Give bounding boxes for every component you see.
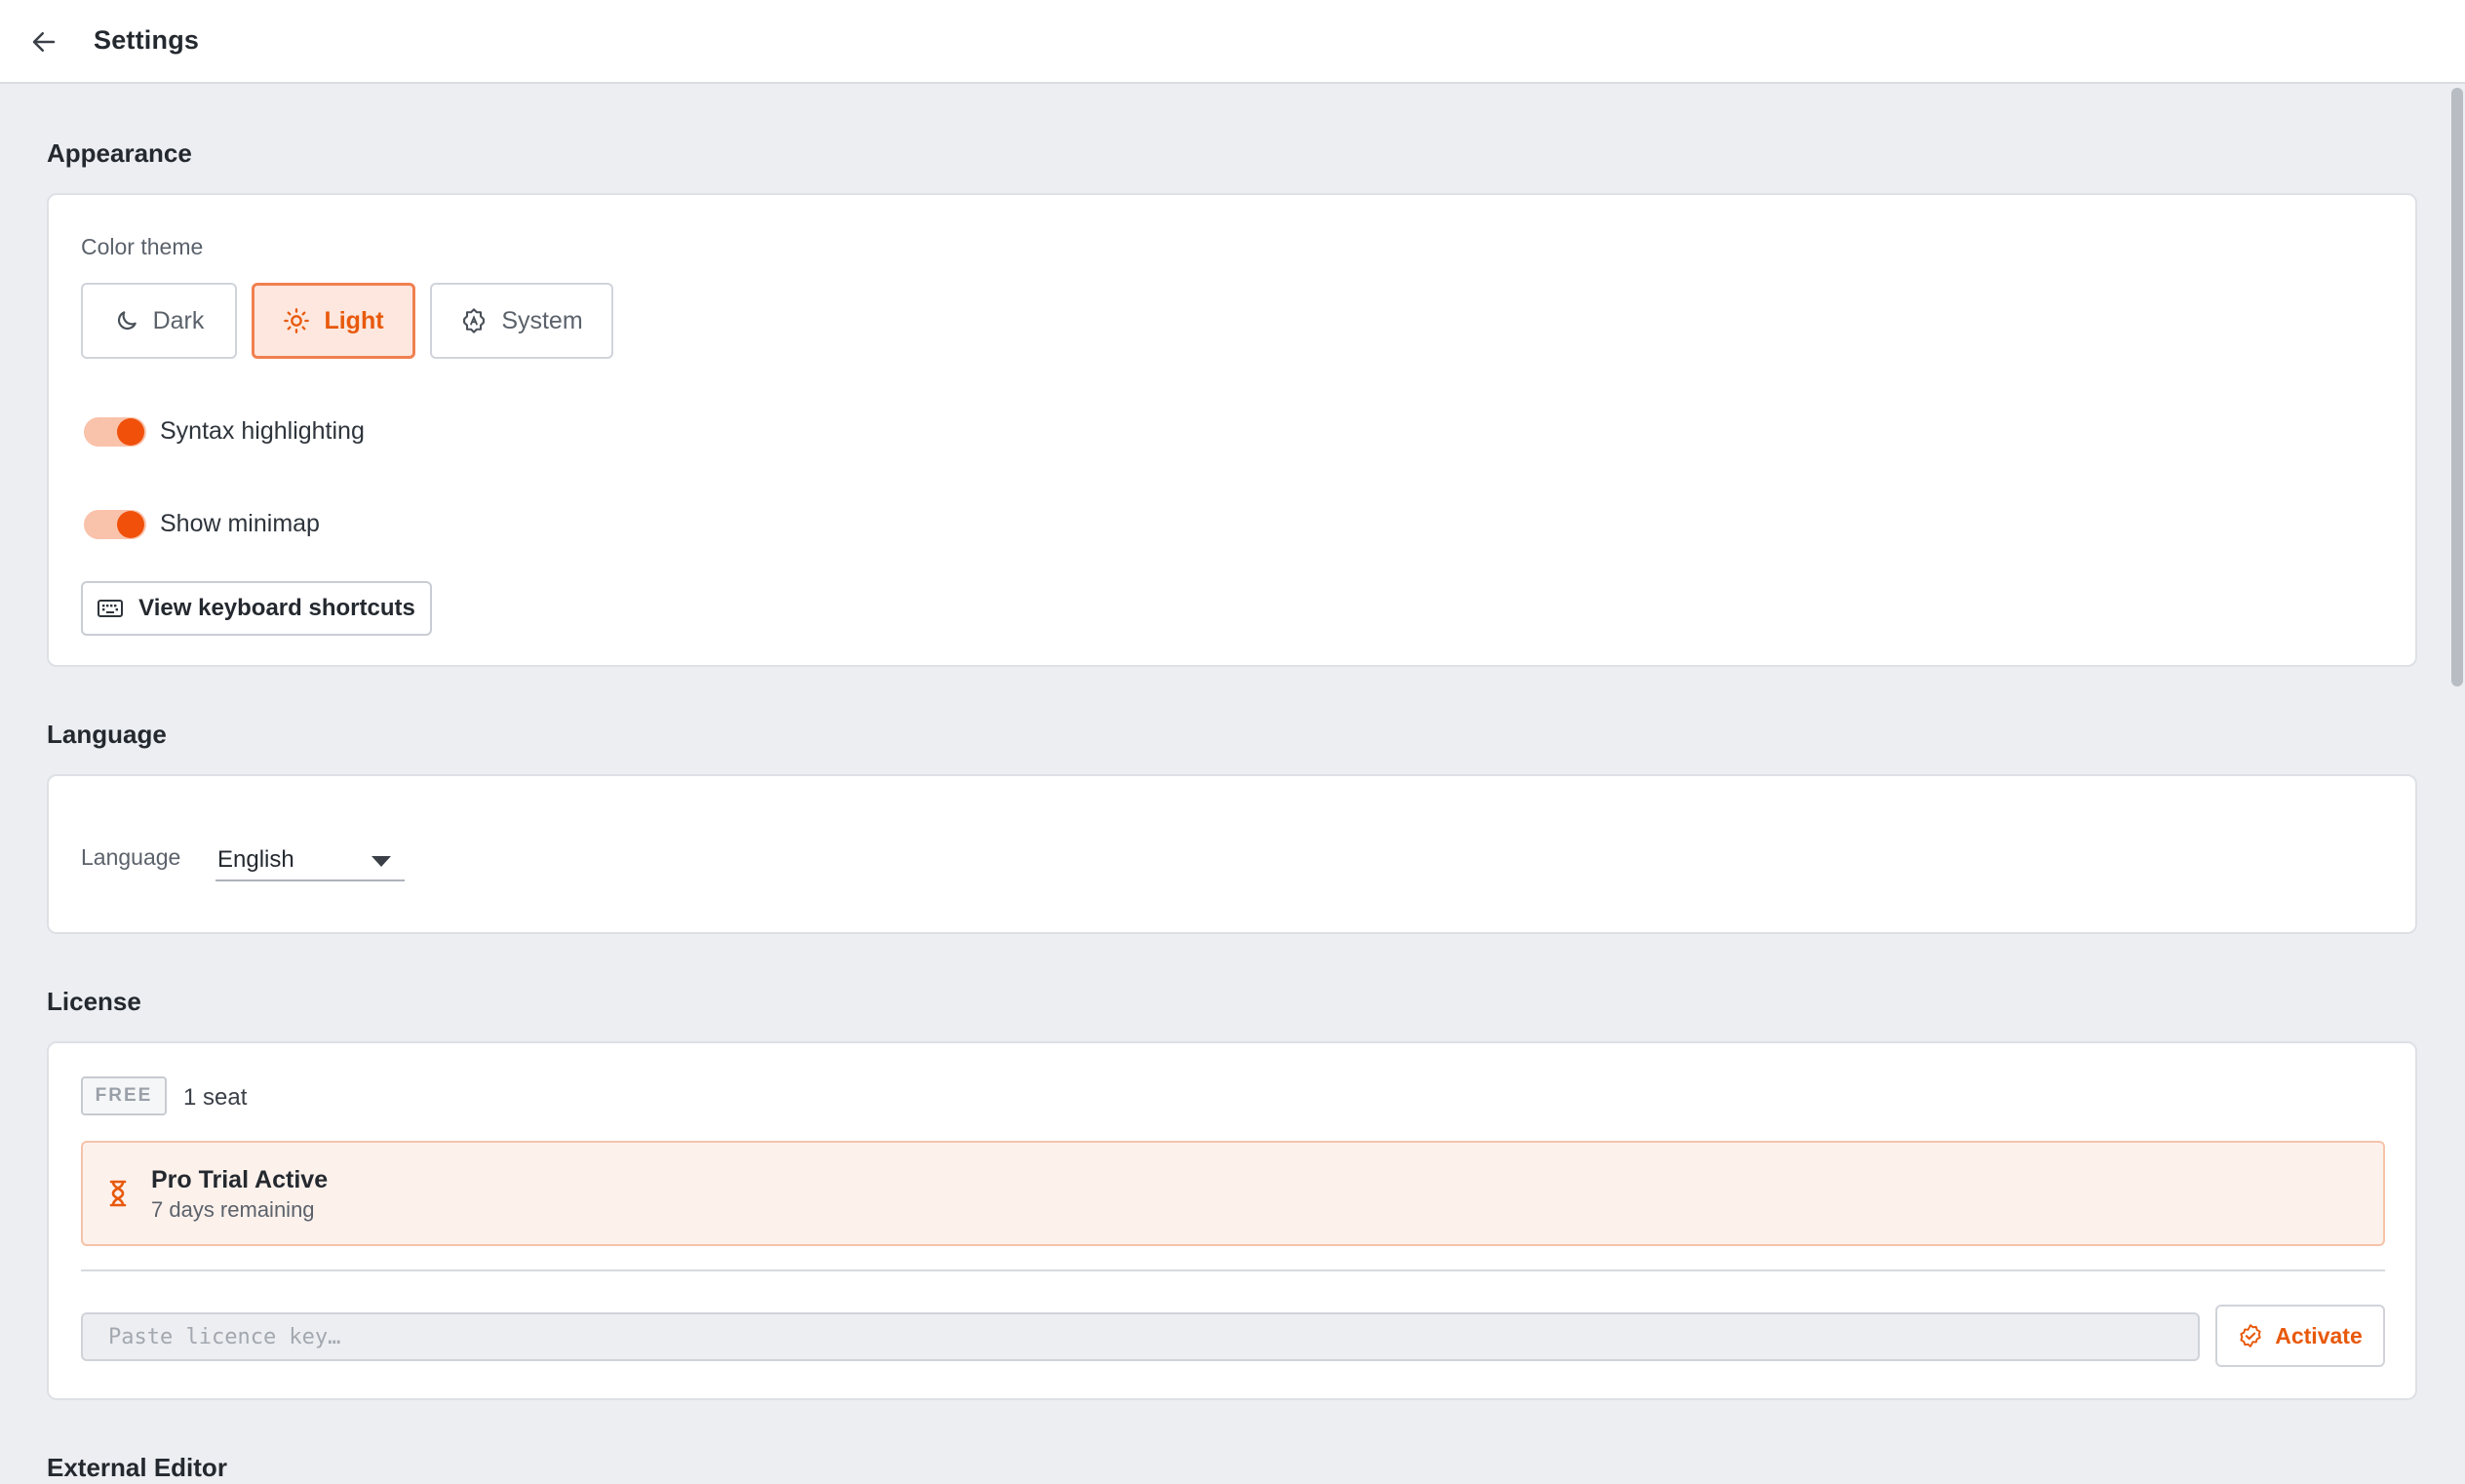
theme-light-label: Light	[324, 306, 384, 334]
language-selected-value: English	[217, 846, 294, 873]
theme-system-button[interactable]: System	[430, 283, 613, 359]
syntax-highlighting-row: Syntax highlighting	[84, 413, 365, 449]
theme-dark-label: Dark	[152, 306, 205, 334]
license-card: FREE 1 seat Pro Trial Active 7 days rema…	[47, 1041, 2417, 1400]
activate-button[interactable]: Activate	[2215, 1305, 2385, 1367]
activate-label: Activate	[2275, 1322, 2363, 1348]
show-minimap-label: Show minimap	[160, 509, 320, 537]
view-keyboard-shortcuts-label: View keyboard shortcuts	[138, 595, 415, 621]
license-section-title: License	[47, 987, 141, 1016]
caret-down-icon	[372, 856, 391, 867]
hourglass-icon	[109, 1180, 127, 1207]
licence-key-input[interactable]	[81, 1312, 2200, 1361]
trial-remaining: 7 days remaining	[151, 1197, 315, 1222]
page-title: Settings	[94, 25, 200, 55]
color-theme-label: Color theme	[81, 234, 204, 259]
trial-title: Pro Trial Active	[151, 1166, 329, 1193]
scrollbar-thumb[interactable]	[2451, 88, 2463, 686]
arrow-left-icon	[32, 32, 56, 52]
view-keyboard-shortcuts-button[interactable]: View keyboard shortcuts	[81, 581, 432, 636]
divider	[81, 1269, 2385, 1271]
theme-light-button[interactable]: Light	[252, 283, 415, 359]
trial-banner: Pro Trial Active 7 days remaining	[81, 1141, 2385, 1246]
language-field-label: Language	[81, 844, 181, 870]
seat-count: 1 seat	[183, 1084, 248, 1111]
external-editor-section-title: External Editor	[47, 1453, 227, 1482]
language-select[interactable]: English	[215, 839, 405, 881]
syntax-highlighting-toggle[interactable]	[84, 413, 146, 449]
auto-theme-icon	[463, 308, 486, 333]
keyboard-icon	[98, 600, 124, 617]
theme-system-label: System	[501, 306, 583, 334]
toggle-knob	[117, 418, 144, 446]
appearance-section-title: Appearance	[47, 138, 192, 168]
show-minimap-row: Show minimap	[84, 506, 320, 541]
syntax-highlighting-label: Syntax highlighting	[160, 416, 365, 445]
language-section-title: Language	[47, 720, 167, 749]
sun-icon	[284, 308, 310, 333]
top-bar: Settings	[0, 0, 2465, 84]
toggle-knob	[117, 511, 144, 538]
appearance-card: Color theme Dark Light System Syntax hig…	[47, 193, 2417, 667]
language-card: Language English	[47, 774, 2417, 934]
verified-check-icon	[2240, 1324, 2261, 1347]
show-minimap-toggle[interactable]	[84, 506, 146, 541]
plan-badge: FREE	[81, 1076, 167, 1115]
back-button[interactable]	[21, 20, 66, 64]
theme-dark-button[interactable]: Dark	[81, 283, 237, 359]
moon-icon	[117, 311, 137, 331]
